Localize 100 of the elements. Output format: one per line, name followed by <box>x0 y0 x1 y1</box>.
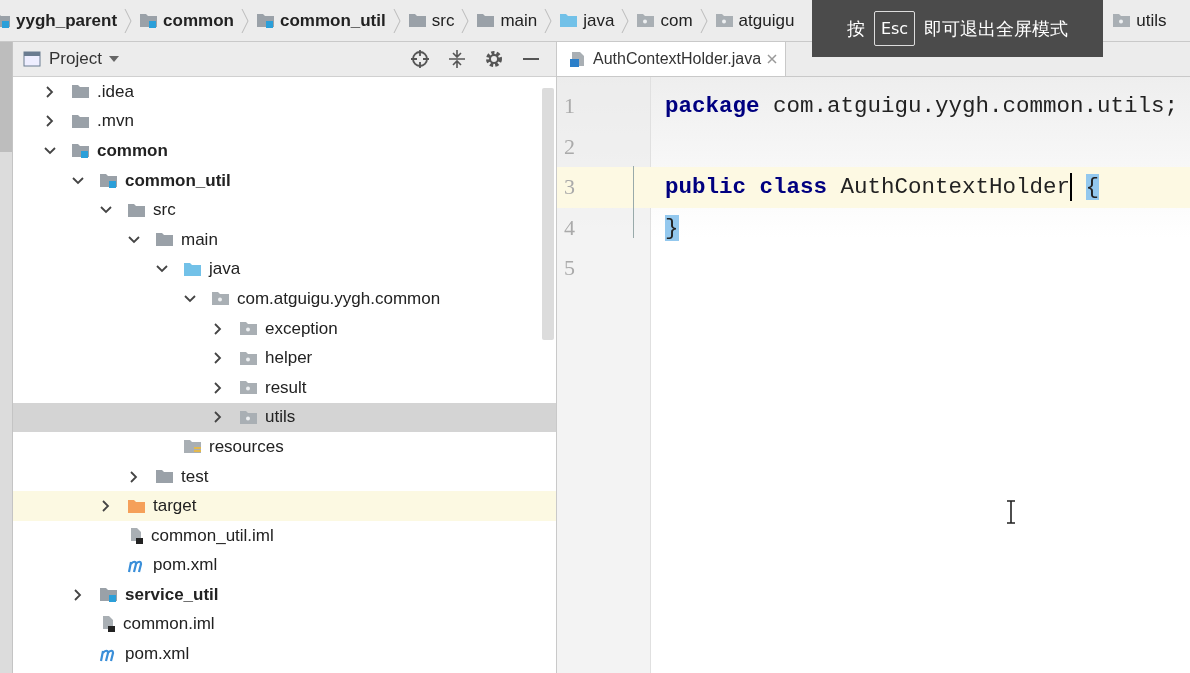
folder-icon <box>99 172 119 190</box>
package-icon <box>714 12 735 29</box>
tree-item-label: helper <box>265 348 313 369</box>
package-icon <box>239 408 259 426</box>
folder-icon <box>155 468 175 485</box>
tree-item-label: resources <box>209 436 284 457</box>
line-number: 4 <box>563 214 576 241</box>
tree-item-label: java <box>209 259 241 280</box>
tree-row[interactable]: main <box>13 224 556 255</box>
package-icon <box>211 290 231 308</box>
tree-row[interactable]: common_util <box>13 165 556 196</box>
close-icon[interactable] <box>767 54 778 64</box>
folder-icon <box>155 231 175 249</box>
editor-tab[interactable]: AuthContextHolder.java <box>557 42 787 76</box>
tree-item-label: com.atguigu.yygh.common <box>237 288 441 309</box>
crosshair-icon[interactable] <box>410 49 430 69</box>
tree-item-label: common <box>97 141 168 161</box>
tab-label: AuthContextHolder.java <box>593 50 762 68</box>
folder-icon <box>71 142 91 160</box>
project-view-dropdown[interactable]: Project <box>49 49 120 69</box>
tree-row[interactable]: .idea <box>13 77 556 107</box>
folder-icon <box>476 12 497 29</box>
tree-row[interactable]: common_util.iml <box>13 520 556 551</box>
tree-item-label: src <box>153 200 176 221</box>
tree-item-label: common_util <box>125 170 231 191</box>
breadcrumb-item[interactable]: com <box>660 10 693 31</box>
tree-item-label: common.iml <box>123 614 215 635</box>
tree-row[interactable]: common.iml <box>13 609 556 640</box>
package-icon <box>239 320 259 338</box>
folder-icon <box>71 83 91 101</box>
breadcrumb-item[interactable]: common <box>163 10 234 31</box>
code-token: { <box>1084 174 1100 201</box>
code-token: } <box>665 214 679 241</box>
package-icon <box>636 12 657 29</box>
tree-row[interactable]: helper <box>13 343 556 373</box>
tree-item-label: exception <box>265 318 338 339</box>
package-icon <box>1112 12 1133 29</box>
chevron-separator-icon <box>391 7 402 34</box>
folder-icon <box>127 497 147 515</box>
chevron-separator-icon <box>620 7 631 34</box>
tree-row[interactable]: java <box>13 254 556 285</box>
tree-row[interactable]: exception <box>13 313 556 344</box>
tree-row[interactable]: pom.xml <box>13 639 556 669</box>
folder-icon <box>559 12 580 29</box>
tree-row[interactable]: pom.xml <box>13 550 556 581</box>
tree-row[interactable]: .mvn <box>13 106 556 137</box>
tree-row[interactable]: result <box>13 372 556 403</box>
settings-icon[interactable] <box>484 49 504 69</box>
breadcrumb-item[interactable]: common_util <box>279 10 386 31</box>
chevron-separator-icon <box>543 7 554 34</box>
breadcrumb-item[interactable]: main <box>500 10 538 31</box>
breadcrumb-item[interactable]: atguigu <box>738 10 795 31</box>
scrollbar[interactable] <box>542 88 554 340</box>
tree-row[interactable]: target <box>13 491 556 521</box>
text-cursor-icon <box>1005 500 1017 524</box>
tree-item-label: target <box>153 496 197 517</box>
folder-icon <box>99 586 119 604</box>
tree-row[interactable]: com.atguigu.yygh.common <box>13 284 556 314</box>
code-token: class <box>758 174 828 201</box>
folder-icon <box>139 12 160 29</box>
tree-row[interactable]: common <box>13 136 556 166</box>
line-number: 2 <box>563 133 576 160</box>
tree-item-label: .mvn <box>97 111 134 132</box>
breadcrumb-item[interactable]: utils <box>1136 10 1167 31</box>
line-number: 3 <box>563 174 576 201</box>
tree-item-label: utils <box>265 407 296 428</box>
line-number: 1 <box>563 93 576 120</box>
tree-row[interactable]: resources <box>13 432 556 462</box>
tree-item-label: .idea <box>97 81 134 102</box>
collapse-all-icon[interactable] <box>448 49 466 69</box>
tree-item-label: main <box>181 229 218 250</box>
caret-icon <box>107 55 120 63</box>
package-icon <box>239 379 259 397</box>
notice-text: 按 <box>846 16 865 41</box>
folder-icon <box>255 12 276 29</box>
breadcrumb-item[interactable]: yygh_parent <box>16 10 118 31</box>
tree-row[interactable]: service_util <box>13 580 556 610</box>
tree-item-label: pom.xml <box>125 644 190 665</box>
notice-text: 即可退出全屏模式 <box>924 16 1069 41</box>
code-token: com.atguigu.yygh.common.utils; <box>772 93 1179 120</box>
tree-item-label: result <box>265 377 307 398</box>
breadcrumb-item[interactable]: src <box>431 10 455 31</box>
panel-icon <box>23 51 41 67</box>
tree-row[interactable]: src <box>13 195 556 225</box>
line-number: 5 <box>563 255 576 282</box>
code-token: package <box>665 93 760 120</box>
tree-item-label: pom.xml <box>153 555 218 576</box>
package-icon <box>239 349 259 367</box>
folder-icon <box>183 260 203 278</box>
folder-icon <box>407 12 428 29</box>
breadcrumb-item[interactable]: java <box>583 10 615 31</box>
tree-row[interactable]: test <box>13 461 556 492</box>
folder-icon <box>183 438 203 456</box>
folder-icon <box>71 112 91 130</box>
chevron-separator-icon <box>460 7 471 34</box>
tree-item-label: service_util <box>125 584 219 605</box>
tree-item-label: test <box>181 466 209 487</box>
tree-item-label: common_util.iml <box>151 525 274 546</box>
tree-row[interactable]: utils <box>13 402 556 433</box>
code-token: AuthContextHolder <box>839 174 1071 201</box>
